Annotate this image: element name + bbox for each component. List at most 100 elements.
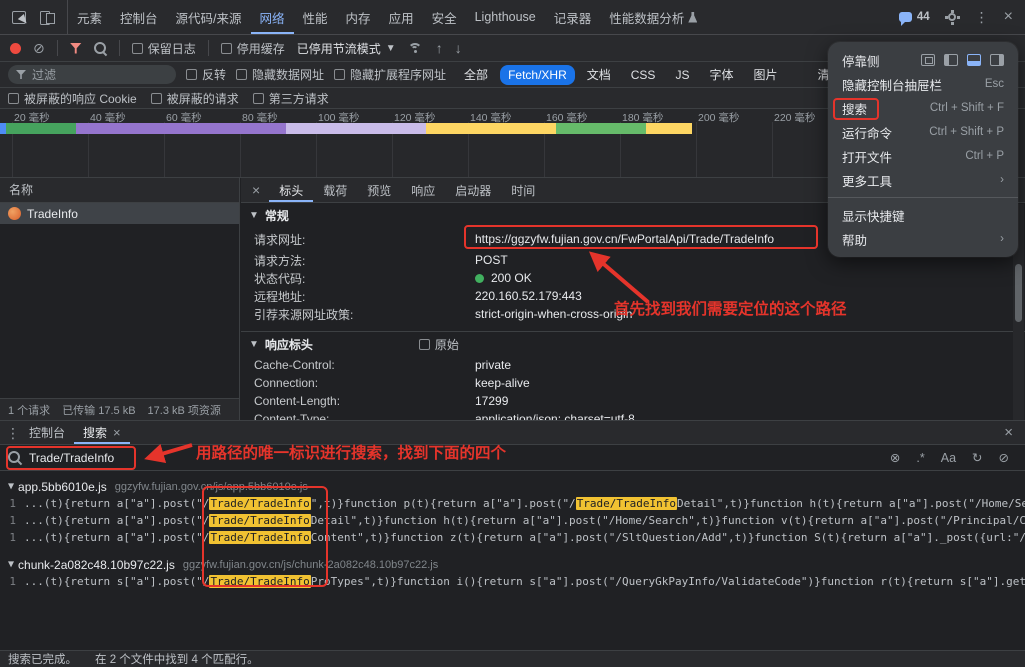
header-key: Cache-Control: — [254, 358, 335, 372]
throttling-value: 已停用节流模式 — [296, 41, 381, 56]
invert-filter-checkbox[interactable]: 反转 — [186, 66, 226, 83]
settings-gear-icon[interactable] — [944, 9, 960, 25]
throttling-select[interactable]: 已停用节流模式 ▼ — [297, 40, 396, 57]
result-file-url: ggzyfw.fujian.gov.cn/js/app.5bb6010e.js — [114, 480, 308, 493]
filter-funnel-icon[interactable] — [69, 42, 82, 54]
close-devtools-icon[interactable]: × — [1004, 9, 1013, 25]
clear-network-log-icon[interactable]: ⊘ — [33, 41, 45, 55]
tab-response[interactable]: 响应 — [401, 178, 445, 202]
tab-lighthouse[interactable]: Lighthouse — [466, 0, 545, 34]
filter-pill-css[interactable]: CSS — [623, 65, 664, 85]
dock-left-icon[interactable] — [944, 54, 958, 66]
network-filter-input[interactable] — [32, 67, 152, 82]
menu-item-more-tools[interactable]: 更多工具 › — [828, 168, 1018, 192]
scrollbar-thumb[interactable] — [1015, 264, 1022, 322]
header-row-connection: Connection: keep-alive — [241, 374, 1025, 392]
filter-pill-img[interactable]: 图片 — [745, 63, 785, 86]
tab-headers[interactable]: 标头 — [269, 178, 313, 202]
filter-pill-js[interactable]: JS — [667, 65, 697, 85]
search-query-input[interactable] — [29, 450, 289, 465]
network-filter-input-wrap — [8, 65, 176, 84]
submenu-arrow-icon: › — [1000, 174, 1004, 186]
hide-extension-urls-checkbox[interactable]: 隐藏扩展程序网址 — [334, 66, 446, 83]
inspect-element-icon[interactable] — [12, 10, 26, 24]
blocked-cookies-checkbox[interactable]: 被屏蔽的响应 Cookie — [8, 90, 137, 107]
tab-console[interactable]: 控制台 — [111, 0, 167, 34]
search-result-file[interactable]: ▼ app.5bb6010e.js ggzyfw.fujian.gov.cn/j… — [0, 478, 1025, 495]
issues-counter[interactable]: 44 — [898, 11, 930, 26]
tab-sources[interactable]: 源代码/来源 — [167, 0, 251, 34]
disable-cache-checkbox[interactable]: 停用缓存 — [220, 40, 285, 57]
tab-application[interactable]: 应用 — [380, 0, 423, 34]
undock-icon[interactable] — [921, 54, 935, 66]
match-case-toggle[interactable]: Aa — [941, 451, 956, 465]
tab-elements[interactable]: 元素 — [68, 0, 111, 34]
tab-security[interactable]: 安全 — [423, 0, 466, 34]
menu-item-run-command[interactable]: 运行命令 Ctrl + Shift + P — [828, 120, 1018, 144]
drawer-tab-console[interactable]: 控制台 — [20, 421, 74, 444]
record-network-log-button[interactable] — [10, 42, 21, 54]
search-result-file[interactable]: ▼ chunk-2a082c48.10b97c22.js ggzyfw.fuji… — [0, 556, 1025, 573]
request-table-name-header[interactable]: 名称 — [0, 178, 239, 203]
filter-pill-all[interactable]: 全部 — [456, 63, 496, 86]
export-har-icon[interactable]: ↓ — [455, 41, 462, 55]
menu-item-open-file[interactable]: 打开文件 Ctrl + P — [828, 144, 1018, 168]
close-details-icon[interactable]: × — [243, 182, 269, 198]
close-search-tab-icon[interactable]: × — [113, 425, 121, 440]
remote-address-value: 220.160.52.179:443 — [475, 289, 582, 303]
menu-item-hide-drawer[interactable]: 隐藏控制台抽屉栏 Esc — [828, 72, 1018, 96]
dock-right-icon[interactable] — [990, 54, 1004, 66]
search-match-row[interactable]: 1 ...(t){return s["a"].post("/Trade/Trad… — [0, 573, 1025, 590]
clear-input-icon[interactable]: ⊗ — [890, 450, 900, 465]
clear-search-icon[interactable]: ⊘ — [999, 450, 1009, 465]
close-drawer-icon[interactable]: × — [1004, 424, 1025, 441]
network-conditions-icon[interactable] — [407, 42, 424, 55]
devtools-window: 元素 控制台 源代码/来源 网络 性能 内存 应用 安全 Lighthouse … — [0, 0, 1025, 667]
filter-pill-doc[interactable]: 文档 — [579, 63, 619, 86]
header-key: 请求网址: — [254, 232, 306, 247]
response-headers-section-header[interactable]: ▼ 响应标头 原始 — [241, 332, 1025, 356]
checkbox-box — [236, 69, 248, 80]
third-party-checkbox[interactable]: 第三方请求 — [252, 90, 329, 107]
header-key: 请求方法: — [254, 253, 306, 268]
drawer-tab-search-label: 搜索 — [83, 426, 108, 440]
search-match-row[interactable]: 1 ...(t){return a["a"].post("/Trade/Trad… — [0, 529, 1025, 546]
preserve-log-checkbox[interactable]: 保留日志 — [131, 40, 196, 57]
menu-item-shortcuts[interactable]: 显示快捷键 — [828, 203, 1018, 227]
tab-performance-insights[interactable]: 性能数据分析 — [600, 0, 706, 34]
search-network-icon[interactable] — [93, 41, 107, 55]
tab-performance[interactable]: 性能 — [294, 0, 337, 34]
header-value: 17299 — [475, 394, 509, 408]
help-label: 帮助 — [842, 233, 868, 248]
tab-network[interactable]: 网络 — [251, 0, 294, 34]
blocked-requests-checkbox[interactable]: 被屏蔽的请求 — [150, 90, 239, 107]
result-file-name: chunk-2a082c48.10b97c22.js — [18, 557, 175, 572]
tab-timing[interactable]: 时间 — [501, 178, 545, 202]
device-toolbar-icon[interactable] — [40, 10, 55, 25]
tab-memory[interactable]: 内存 — [337, 0, 380, 34]
filter-pill-font[interactable]: 字体 — [701, 63, 741, 86]
search-match-row[interactable]: 1 ...(t){return a["a"].post("/Trade/Trad… — [0, 512, 1025, 529]
hide-drawer-label: 隐藏控制台抽屉栏 — [842, 78, 943, 93]
dock-bottom-icon[interactable] — [967, 54, 981, 66]
search-match-row[interactable]: 1 ...(t){return a["a"].post("/Trade/Trad… — [0, 495, 1025, 512]
menu-item-search[interactable]: 搜索 Ctrl + Shift + F — [828, 96, 1018, 120]
overview-activity-bar — [0, 123, 692, 134]
drawer-tab-search[interactable]: 搜索 × — [74, 421, 130, 444]
menu-item-help[interactable]: 帮助 › — [828, 227, 1018, 251]
hide-data-urls-checkbox[interactable]: 隐藏数据网址 — [236, 66, 324, 83]
drawer-menu-icon[interactable]: ⋮ — [6, 426, 20, 440]
raw-headers-checkbox[interactable]: 原始 — [418, 336, 459, 353]
tab-recorder[interactable]: 记录器 — [545, 0, 601, 34]
filter-pill-media[interactable] — [790, 72, 806, 78]
regex-toggle[interactable]: .* — [916, 451, 924, 465]
tab-preview[interactable]: 预览 — [357, 178, 401, 202]
status-ok-dot — [475, 274, 484, 283]
refresh-search-icon[interactable]: ↻ — [972, 450, 982, 465]
kebab-menu-icon[interactable]: ⋮ — [975, 10, 989, 24]
import-har-icon[interactable]: ↑ — [436, 41, 443, 55]
tab-payload[interactable]: 载荷 — [313, 178, 357, 202]
filter-pill-fetch-xhr[interactable]: Fetch/XHR — [500, 64, 575, 85]
tab-initiator[interactable]: 启动器 — [445, 178, 501, 202]
request-row-tradeinfo[interactable]: TradeInfo — [0, 203, 239, 224]
